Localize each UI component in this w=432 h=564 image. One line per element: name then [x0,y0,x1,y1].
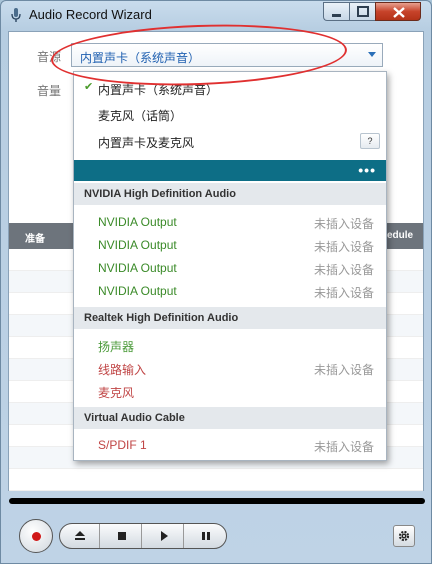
device-name: S/PDIF 1 [98,438,147,452]
stop-button[interactable] [102,524,142,548]
device-item[interactable]: NVIDIA Output 未插入设备 [74,279,386,302]
gear-icon [398,530,410,542]
device-name: NVIDIA Output [98,284,177,298]
group-title: NVIDIA High Definition Audio [84,188,236,200]
device-name: NVIDIA Output [98,215,177,229]
device-name: NVIDIA Output [98,238,177,252]
play-button[interactable] [144,524,184,548]
group-header-realtek: Realtek High Definition Audio [74,307,386,329]
eject-button[interactable] [60,524,100,548]
device-status: 未插入设备 [313,263,374,277]
eject-icon [75,531,85,540]
transport-controls [1,505,431,563]
device-status: 未插入设备 [313,240,374,254]
maximize-icon [357,6,369,17]
column-header-schedule[interactable]: edule [387,230,413,241]
play-icon [161,531,168,541]
device-item[interactable]: 线路输入 未插入设备 [74,356,386,379]
checkmark-icon: ✔ [84,81,94,93]
group-title: Realtek High Definition Audio [84,312,239,324]
more-options-bar[interactable]: ••• [74,160,386,181]
group-title: Virtual Audio Cable [84,412,185,424]
option-label: 麦克风（话筒） [98,109,183,123]
app-window: Audio Record Wizard 音源 音量 内置声卡（系统声音） 准备 … [0,0,432,564]
more-icon: ••• [358,162,376,178]
device-item[interactable]: 扬声器 [74,333,386,356]
device-status: 未插入设备 [313,440,374,454]
help-button[interactable]: ? [360,133,380,149]
pause-button[interactable] [186,524,226,548]
device-name: NVIDIA Output [98,261,177,275]
settings-button[interactable] [393,525,415,547]
group-header-nvidia: NVIDIA High Definition Audio [74,183,386,205]
app-icon [11,8,21,22]
table-row[interactable] [9,469,423,491]
option-system-and-mic[interactable]: 内置声卡及麦克风 ? [74,129,386,152]
device-status: 未插入设备 [313,217,374,231]
device-status: 未插入设备 [313,286,374,300]
device-name: 麦克风 [98,386,135,400]
device-item[interactable]: 麦克风 [74,379,386,402]
device-status: 未插入设备 [313,363,374,377]
device-item[interactable]: NVIDIA Output 未插入设备 [74,256,386,279]
minimize-icon [332,14,341,17]
chevron-down-icon [368,52,376,57]
column-header-ready[interactable]: 准备 [25,230,45,245]
close-button[interactable] [375,2,421,21]
playback-progress-bar[interactable] [9,498,425,504]
pause-icon [202,532,210,540]
stop-icon [118,532,126,540]
playback-button-group [59,523,227,549]
minimize-button[interactable] [323,2,349,21]
record-icon [32,532,41,541]
device-item[interactable]: NVIDIA Output 未插入设备 [74,233,386,256]
window-title: Audio Record Wizard [29,7,152,22]
option-label: 内置声卡及麦克风 [98,136,195,150]
group-header-virtual-cable: Virtual Audio Cable [74,407,386,429]
close-icon [393,7,405,18]
option-microphone[interactable]: 麦克风（话筒） [74,102,386,125]
device-item[interactable]: NVIDIA Output 未插入设备 [74,210,386,233]
record-button[interactable] [19,519,53,553]
device-name: 扬声器 [98,340,135,354]
device-name: 线路输入 [98,363,147,377]
device-item[interactable]: S/PDIF 1 未插入设备 [74,433,386,456]
maximize-button[interactable] [349,2,375,21]
source-dropdown-list: ✔ 内置声卡（系统声音） 麦克风（话筒） 内置声卡及麦克风 ? ••• NVID… [73,71,387,461]
volume-label: 音量 [37,84,62,98]
